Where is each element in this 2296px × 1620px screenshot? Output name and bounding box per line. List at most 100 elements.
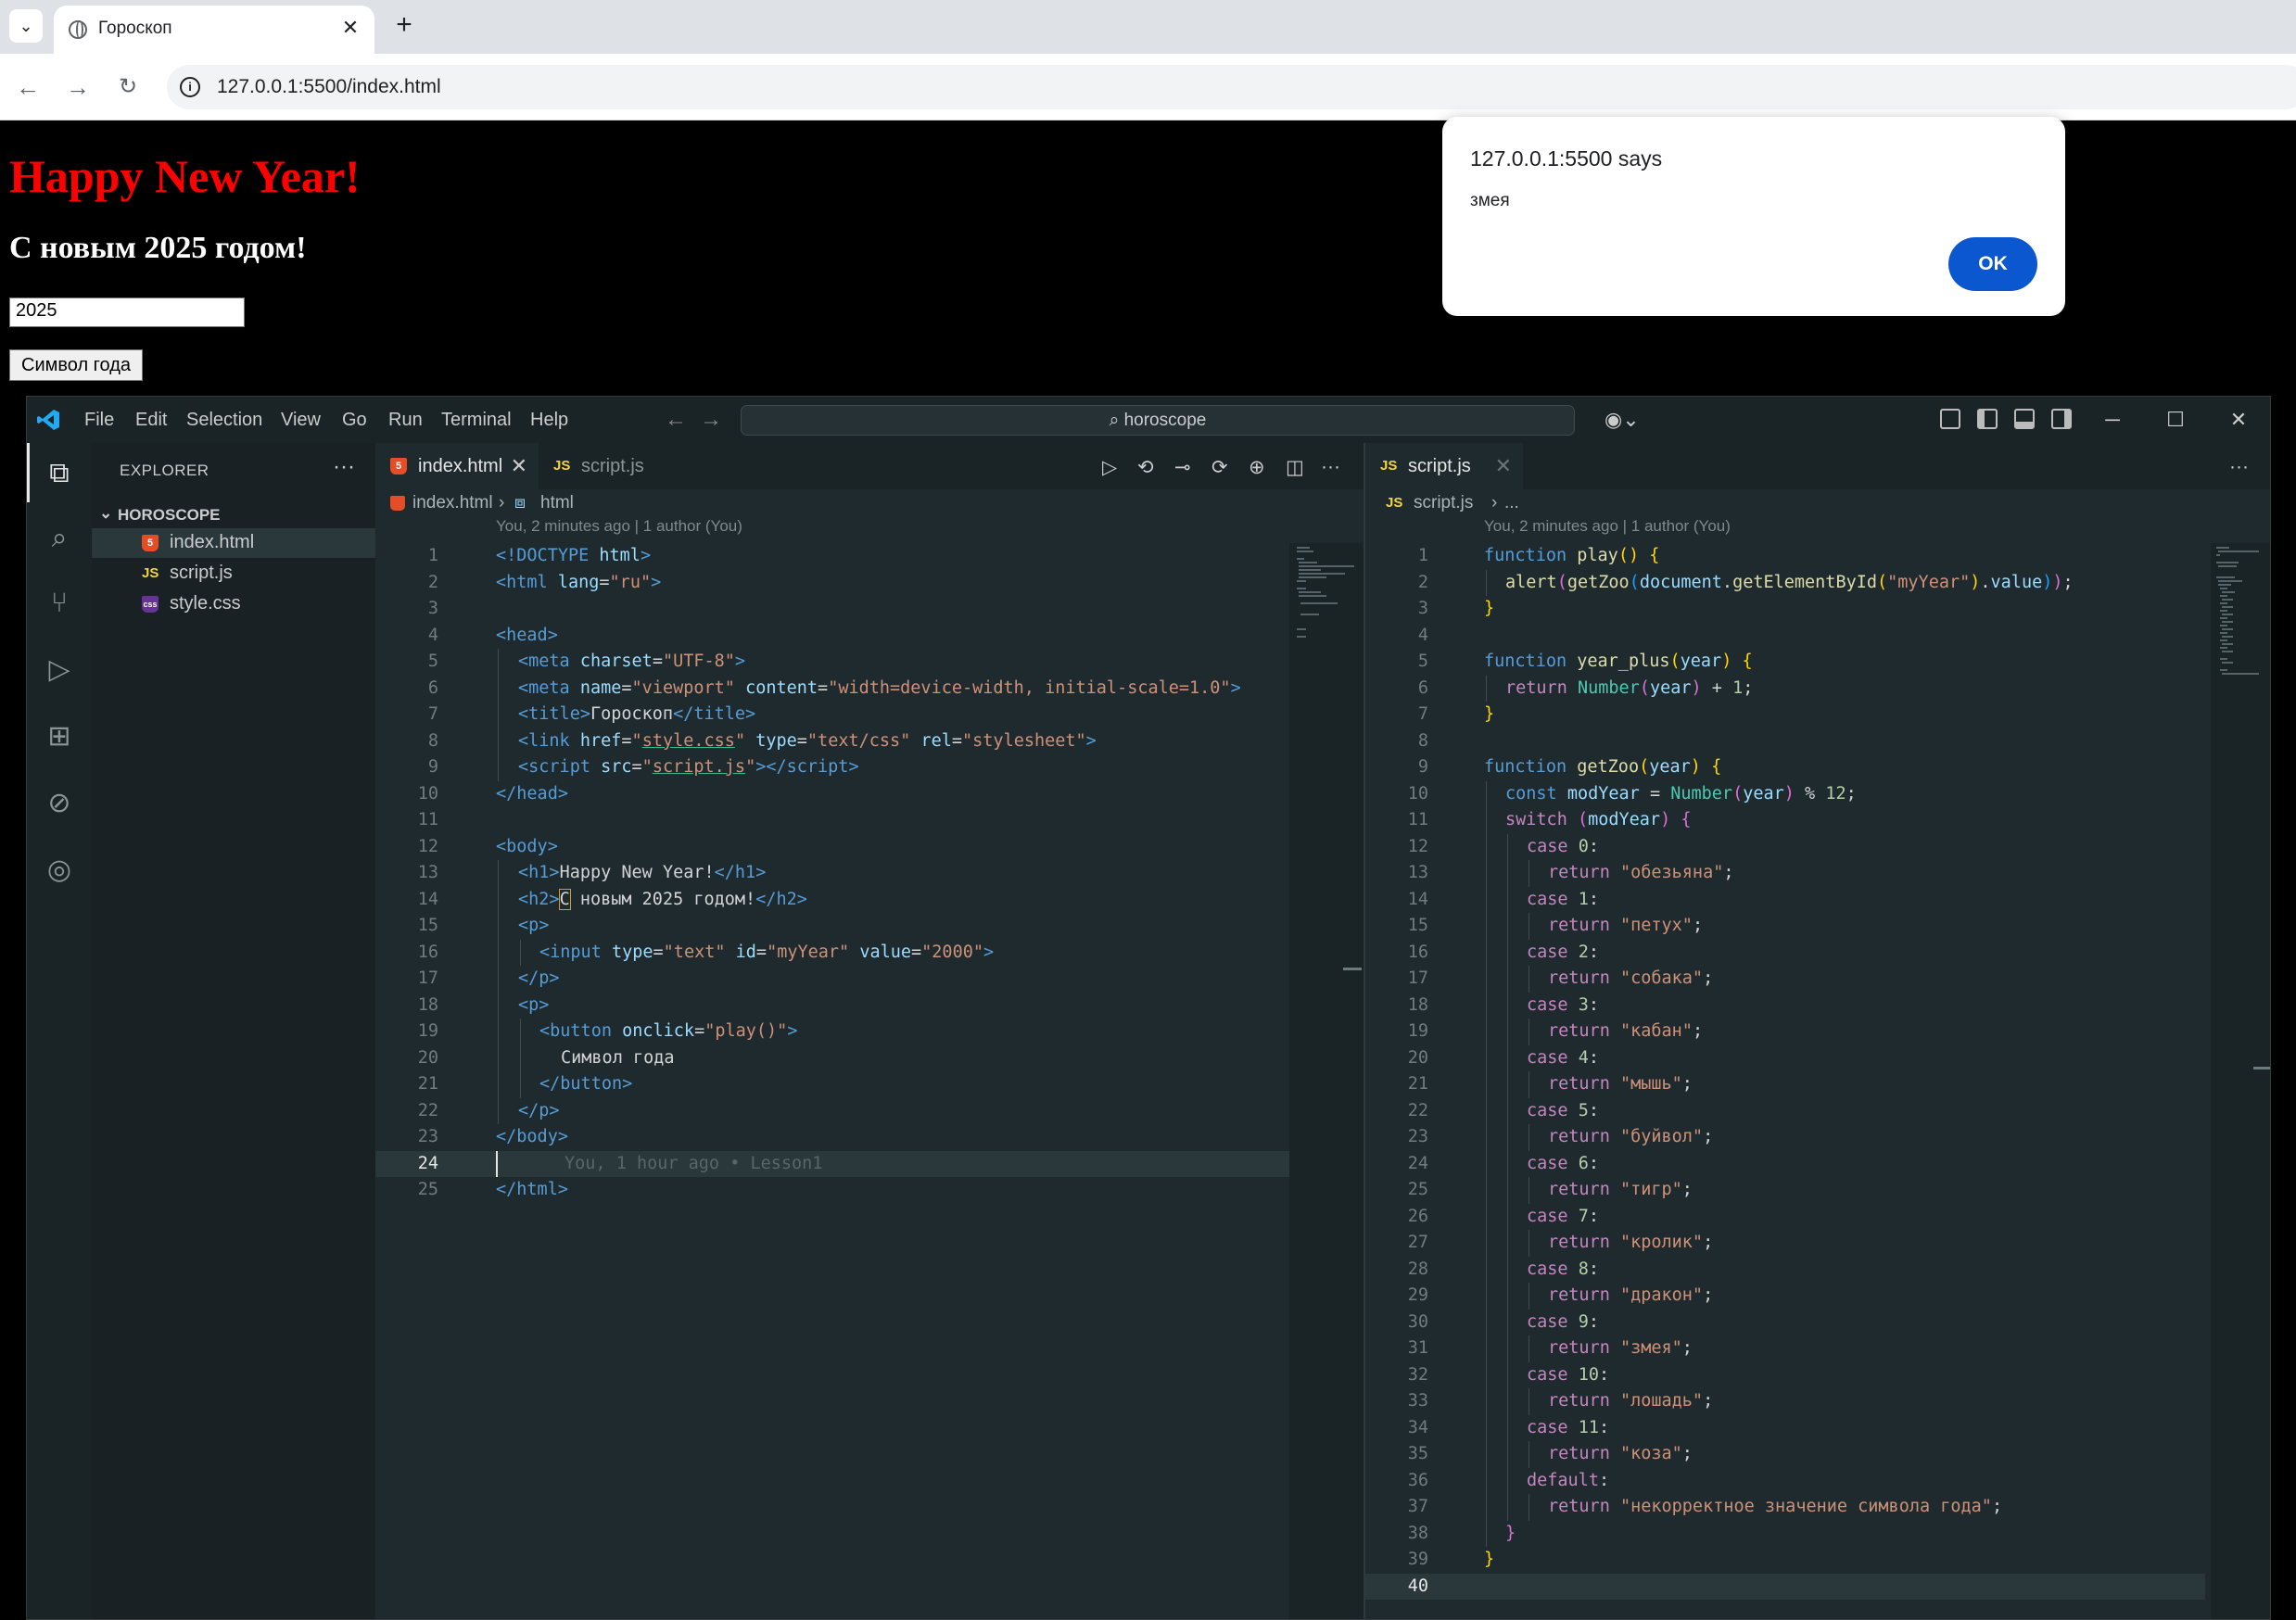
file-item-script-js[interactable]: JS script.js [92,559,375,589]
code-line[interactable]: 34 case 11: [1365,1414,2270,1441]
code-line[interactable]: 22 </p> [375,1097,1364,1124]
code-line[interactable]: 32 case 10: [1365,1361,2270,1388]
code-line[interactable]: 21 return "мышь"; [1365,1071,2270,1098]
code-line[interactable]: 1 <!DOCTYPE html> [375,543,1364,570]
close-icon[interactable]: ✕ [511,443,527,489]
git-graph-icon[interactable]: ⊘ [44,788,75,819]
split-editor-icon[interactable]: ◫ [1286,456,1304,479]
code-line[interactable]: 11 [375,807,1364,834]
menu-file[interactable]: File [84,410,114,431]
code-line[interactable]: 8 [1365,728,2270,755]
close-window-button[interactable]: ✕ [2222,405,2255,435]
toggle-sidebar-icon[interactable] [1977,409,1998,429]
code-line[interactable]: 24 case 6: [1365,1150,2270,1177]
alert-ok-button[interactable]: OK [1948,237,2037,291]
tab-script-js[interactable]: JS script.js [539,443,696,489]
code-line[interactable]: 17 </p> [375,966,1364,993]
folder-horoscope[interactable]: ⌄ HOROSCOPE [92,502,375,528]
code-line[interactable]: 23 </body> [375,1124,1364,1151]
code-line[interactable]: 12 <body> [375,834,1364,861]
minimize-button[interactable]: ─ [2096,405,2129,435]
code-line[interactable]: 21 </button> [375,1071,1364,1098]
code-line[interactable]: 33 return "лошадь"; [1365,1388,2270,1415]
code-line[interactable]: 13 return "обезьяна"; [1365,860,2270,887]
minimap[interactable] [2211,543,2270,1619]
code-editor-html[interactable]: 1 <!DOCTYPE html> 2 <html lang="ru"> 3 4 <h… [375,543,1364,1204]
maximize-button[interactable]: ☐ [2159,405,2192,435]
command-center-search[interactable]: ⌕ horoscope [741,405,1575,436]
code-line[interactable]: 15 <p> [375,913,1364,940]
code-line[interactable]: 18 <p> [375,992,1364,1019]
code-line[interactable]: 6 <meta name="viewport" content="width=de… [375,675,1364,702]
info-icon[interactable]: i [180,77,200,97]
run-debug-icon[interactable]: ▷ [44,654,75,686]
code-line[interactable]: 3} [1365,596,2270,623]
git-lens-icon[interactable]: ⊕ [1249,456,1265,479]
source-control-icon[interactable]: ⑂ [44,588,75,619]
git-blame-lens[interactable]: You, 2 minutes ago | 1 author (You) [1484,517,1731,536]
explorer-icon[interactable]: ⧉ [44,458,75,489]
code-editor-js[interactable]: 1 function play() { 2 alert(getZoo(documen… [1365,543,2270,1600]
layout-icon[interactable] [1940,409,1960,429]
code-line[interactable]: 25 return "тигр"; [1365,1177,2270,1204]
more-actions-icon[interactable]: ··· [333,454,355,480]
address-bar[interactable]: i 127.0.0.1:5500/index.html [167,65,2296,109]
search-icon[interactable]: ⌕ [44,523,75,554]
close-icon[interactable]: ✕ [1495,443,1512,489]
back-button[interactable]: ← [11,70,44,104]
code-line[interactable]: 7 <title>Гороскоп</title> [375,702,1364,728]
more-actions-icon[interactable]: ··· [2229,456,2249,478]
code-line[interactable]: 15 return "петух"; [1365,913,2270,940]
code-line[interactable]: 37 return "некорректное значение символа … [1365,1494,2270,1521]
breadcrumb-symbol[interactable]: html [540,489,574,517]
code-line[interactable]: 24 You, 1 hour ago • Lesson1 [375,1150,1289,1177]
code-line[interactable]: 40 [1365,1573,2205,1600]
menu-edit[interactable]: Edit [135,410,167,431]
code-line[interactable]: 1 function play() { [1365,543,2270,570]
copilot-icon[interactable]: ◉⌄ [1605,408,1640,432]
menu-selection[interactable]: Selection [186,410,262,431]
menu-view[interactable]: View [281,410,321,431]
timeline-forward-icon[interactable]: ⟳ [1211,456,1228,479]
code-line[interactable]: 2 <html lang="ru"> [375,570,1364,597]
toggle-panel-icon[interactable] [2014,409,2035,429]
nav-forward-icon[interactable]: → [700,407,722,433]
tab-search-button[interactable]: ⌄ [9,9,43,43]
code-line[interactable]: 9 <script src="script.js"></script> [375,754,1364,781]
extensions-icon[interactable]: ⊞ [44,721,75,753]
nav-back-icon[interactable]: ← [665,407,687,433]
minimap[interactable] [1289,543,1364,1619]
file-item-style-css[interactable]: css style.css [92,589,375,619]
code-line[interactable]: 39} [1365,1547,2270,1574]
toggle-secondary-sidebar-icon[interactable] [2051,409,2072,429]
code-line[interactable]: 22 case 5: [1365,1097,2270,1124]
code-line[interactable]: 10 </head> [375,781,1364,808]
code-line[interactable]: 30 case 9: [1365,1309,2270,1335]
code-line[interactable]: 2 alert(getZoo(document.getElementById("m… [1365,569,2270,596]
git-blame-lens[interactable]: You, 2 minutes ago | 1 author (You) [496,517,742,536]
code-line[interactable]: 31 return "змея"; [1365,1335,2270,1362]
code-line[interactable]: 8 <link href="style.css" type="text/css" … [375,728,1364,754]
reload-button[interactable]: ↻ [111,70,145,104]
code-line[interactable]: 14 case 1: [1365,886,2270,913]
code-line[interactable]: 27 return "кролик"; [1365,1230,2270,1257]
breadcrumb-file[interactable]: script.js [1414,489,1473,517]
file-item-index-html[interactable]: 5 index.html [92,528,375,558]
code-line[interactable]: 17 return "собака"; [1365,966,2270,993]
code-line[interactable]: 20 case 4: [1365,1044,2270,1071]
code-line[interactable]: 26 case 7: [1365,1203,2270,1230]
code-line[interactable]: 3 [375,596,1364,623]
code-line[interactable]: 29 return "дракон"; [1365,1283,2270,1310]
code-line[interactable]: 9 function getZoo(year) { [1365,754,2270,781]
code-line[interactable]: 4 <head> [375,623,1364,650]
code-line[interactable]: 5 function year_plus(year) { [1365,649,2270,676]
menu-help[interactable]: Help [530,410,568,431]
code-line[interactable]: 16 case 2: [1365,939,2270,966]
code-line[interactable]: 16 <input type="text" id="myYear" value="… [375,939,1364,966]
tab-index-html[interactable]: 5 index.html ✕ [375,443,539,489]
breadcrumb-symbol[interactable]: ... [1504,489,1519,517]
year-symbol-button[interactable]: Символ года [9,349,144,381]
more-actions-icon[interactable]: ··· [1321,456,1340,478]
forward-button[interactable]: → [61,70,95,104]
new-tab-button[interactable]: + [389,11,419,41]
